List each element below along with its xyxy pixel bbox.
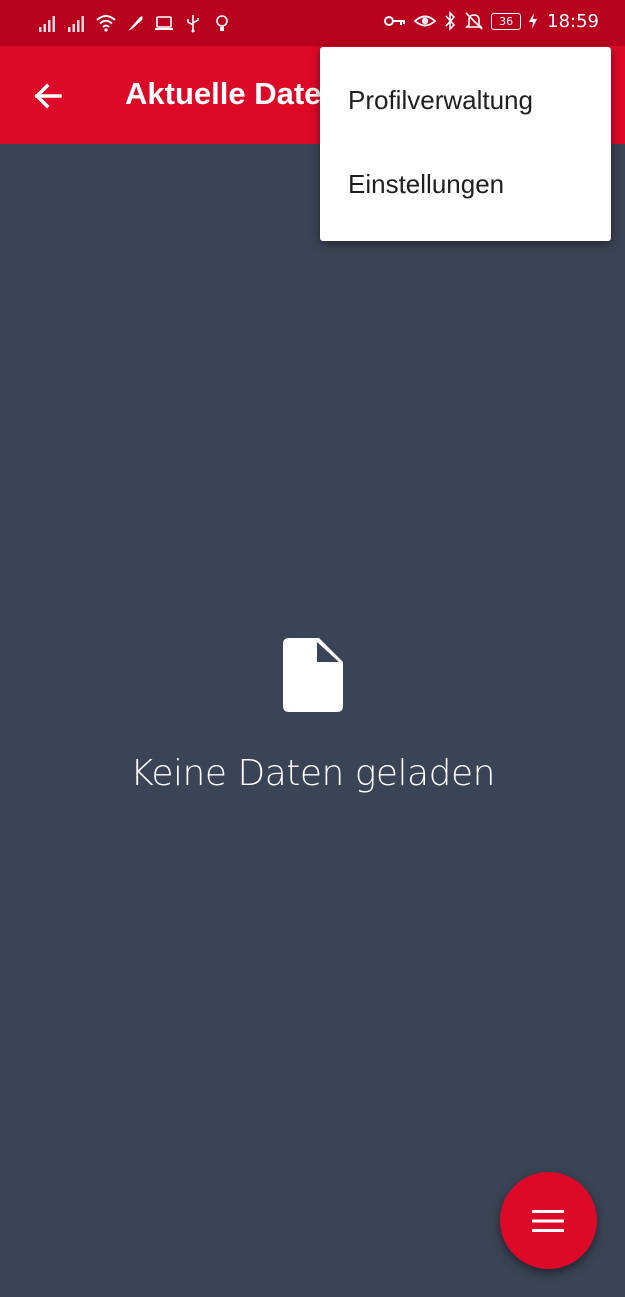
- page-title: Aktuelle Daten: [125, 76, 341, 111]
- bluetooth-icon: [443, 10, 457, 32]
- charging-icon: [528, 10, 538, 32]
- battery-indicator: 36: [491, 12, 522, 30]
- document-icon: [283, 638, 343, 712]
- menu-item-profile-management[interactable]: Profilverwaltung: [320, 58, 611, 142]
- arrow-back-icon: [34, 83, 62, 109]
- overflow-menu: Profilverwaltung Einstellungen: [320, 47, 611, 241]
- signal-icon-2: [67, 12, 87, 34]
- lightbulb-icon: [212, 12, 232, 34]
- status-bar: 36 18:59: [0, 0, 625, 46]
- menu-icon: [532, 1210, 564, 1232]
- empty-state-message: Keine Daten geladen: [130, 753, 495, 794]
- feather-icon: [125, 12, 145, 34]
- clock: 18:59: [547, 10, 599, 32]
- status-bar-left-icons: [38, 12, 232, 34]
- fab-menu-button[interactable]: [500, 1172, 597, 1269]
- eye-icon: [414, 10, 437, 32]
- signal-icon: [38, 12, 58, 34]
- status-bar-right-icons: 36 18:59: [383, 10, 599, 32]
- laptop-icon: [154, 12, 174, 34]
- menu-item-settings[interactable]: Einstellungen: [320, 142, 611, 226]
- usb-icon: [183, 12, 203, 34]
- screen: 36 18:59 Aktuelle Daten Profilverwaltung…: [0, 0, 625, 1297]
- back-button[interactable]: [28, 76, 68, 116]
- key-icon: [383, 10, 407, 32]
- notifications-off-icon: [464, 10, 484, 32]
- wifi-icon: [96, 12, 116, 34]
